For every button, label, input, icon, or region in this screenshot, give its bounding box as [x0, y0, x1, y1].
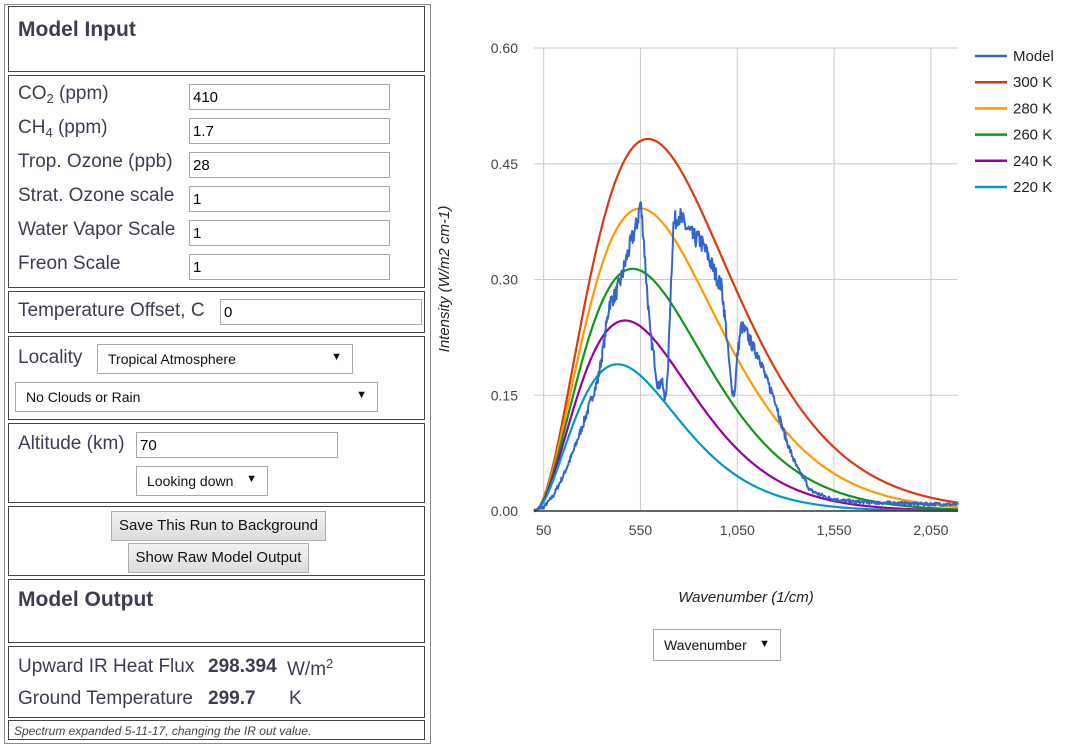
- y-tick-label: 0.00: [491, 503, 518, 519]
- field-label-text: Freon Scale: [18, 253, 121, 274]
- x-tick-label: 50: [536, 522, 552, 538]
- clouds-select[interactable]: No Clouds or Rain ▼: [15, 382, 378, 412]
- x-tick-label: 1,550: [817, 522, 852, 538]
- direction-selected: Looking down: [147, 473, 234, 489]
- field-input[interactable]: [189, 118, 390, 144]
- altitude-label: Altitude (km): [18, 433, 125, 454]
- temp-offset-section: Temperature Offset, C: [8, 291, 425, 333]
- save-run-button[interactable]: Save This Run to Background: [111, 511, 326, 541]
- x-axis-unit-select[interactable]: Wavenumber ▼: [653, 629, 781, 661]
- temp-offset-label: Temperature Offset, C: [18, 300, 205, 321]
- x-axis-label: Wavenumber (1/cm): [678, 589, 814, 606]
- field-input[interactable]: [189, 220, 390, 246]
- model-output-values: Upward IR Heat Flux 298.394 W/m2 Ground …: [8, 646, 425, 718]
- flux-unit-text: W/m: [287, 659, 327, 680]
- flux-label: Upward IR Heat Flux: [18, 656, 195, 677]
- field-label: Trop. Ozone (ppb): [18, 151, 173, 173]
- temp-offset-input[interactable]: [220, 299, 422, 325]
- field-label-suffix: (ppm): [53, 83, 109, 104]
- x-tick-label: 1,050: [720, 522, 755, 538]
- y-tick-label: 0.15: [491, 387, 518, 403]
- x-tick-label: 2,050: [913, 522, 948, 538]
- view-direction-select[interactable]: Looking down ▼: [136, 466, 268, 496]
- series-line-220-k: [533, 363, 959, 513]
- chart-series: [533, 137, 959, 513]
- chevron-down-icon: ▼: [759, 638, 770, 650]
- series-line-280-k: [533, 207, 959, 513]
- x-tick-label: 550: [629, 522, 653, 538]
- field-label-text: CO: [18, 83, 47, 104]
- locality-section: Locality Tropical Atmosphere ▼ No Clouds…: [8, 336, 425, 420]
- field-label: Strat. Ozone scale: [18, 185, 174, 207]
- changelog-note: Spectrum expanded 5-11-17, changing the …: [14, 724, 312, 738]
- field-label-text: Trop. Ozone (ppb): [18, 151, 173, 172]
- ground-temp-unit: K: [289, 688, 302, 709]
- field-label-text: Strat. Ozone scale: [18, 185, 175, 206]
- spectrum-chart: 0.00 0.15 0.30 0.45 0.60 50 550 1,050 1,550 2,050…: [436, 40, 1054, 606]
- field-label: CO2 (ppm): [18, 83, 109, 106]
- altitude-input[interactable]: [136, 432, 338, 458]
- field-label-subscript: 4: [45, 125, 53, 140]
- clouds-selected: No Clouds or Rain: [26, 389, 141, 405]
- x-axis-unit-selected: Wavenumber: [664, 637, 747, 653]
- field-input[interactable]: [189, 84, 390, 110]
- chart-legend: Model 300 K 280 K 260 K 240 K 220 K: [975, 48, 1054, 196]
- show-raw-output-button[interactable]: Show Raw Model Output: [128, 543, 309, 573]
- flux-unit: W/m2: [287, 656, 333, 681]
- flux-value: 298.394: [208, 656, 277, 677]
- series-line-260-k: [533, 267, 959, 513]
- actions-section: Save This Run to Background Show Raw Mod…: [8, 506, 425, 576]
- model-panel: Model Input CO2 (ppm)CH4 (ppm)Trop. Ozon…: [4, 4, 431, 744]
- field-label-text: Water Vapor Scale: [18, 219, 176, 240]
- legend-label: 300 K: [1013, 74, 1052, 91]
- model-input-title: Model Input: [18, 18, 136, 41]
- field-label: Freon Scale: [18, 253, 120, 275]
- y-axis-label: Intensity (W/m2 cm-1): [436, 206, 453, 353]
- series-line-300-k: [533, 137, 959, 513]
- model-output-title: Model Output: [18, 588, 154, 611]
- field-label: CH4 (ppm): [18, 117, 108, 140]
- legend-label: 220 K: [1013, 179, 1052, 196]
- flux-unit-sup: 2: [326, 656, 334, 671]
- y-tick-label: 0.30: [491, 272, 518, 288]
- gas-inputs-section: CO2 (ppm)CH4 (ppm)Trop. Ozone (ppb)Strat…: [8, 75, 425, 288]
- field-label-suffix: (ppm): [52, 117, 108, 138]
- legend-label: Model: [1013, 48, 1054, 65]
- legend-label: 240 K: [1013, 153, 1052, 170]
- field-input[interactable]: [189, 254, 390, 280]
- field-label: Water Vapor Scale: [18, 219, 175, 241]
- locality-selected: Tropical Atmosphere: [108, 351, 236, 367]
- chevron-down-icon: ▼: [356, 389, 367, 401]
- ground-temp-value: 299.7: [208, 688, 256, 709]
- locality-label: Locality: [18, 347, 83, 368]
- field-input[interactable]: [189, 152, 390, 178]
- field-label-text: CH: [18, 117, 46, 138]
- chevron-down-icon: ▼: [246, 473, 257, 485]
- field-input[interactable]: [189, 186, 390, 212]
- ground-temp-label: Ground Temperature: [18, 688, 193, 709]
- altitude-section: Altitude (km) Looking down ▼: [8, 423, 425, 503]
- chart-axes: 0.00 0.15 0.30 0.45 0.60 50 550 1,050 1,550 2,050: [491, 40, 958, 538]
- note-section: Spectrum expanded 5-11-17, changing the …: [8, 720, 425, 740]
- field-label-subscript: 2: [46, 91, 54, 106]
- legend-label: 260 K: [1013, 127, 1052, 144]
- locality-select[interactable]: Tropical Atmosphere ▼: [97, 344, 353, 374]
- y-tick-label: 0.60: [491, 40, 518, 56]
- model-output-header: Model Output: [8, 579, 425, 643]
- chevron-down-icon: ▼: [331, 351, 342, 363]
- legend-label: 280 K: [1013, 100, 1052, 117]
- y-tick-label: 0.45: [491, 156, 518, 172]
- model-input-header: Model Input: [8, 6, 425, 72]
